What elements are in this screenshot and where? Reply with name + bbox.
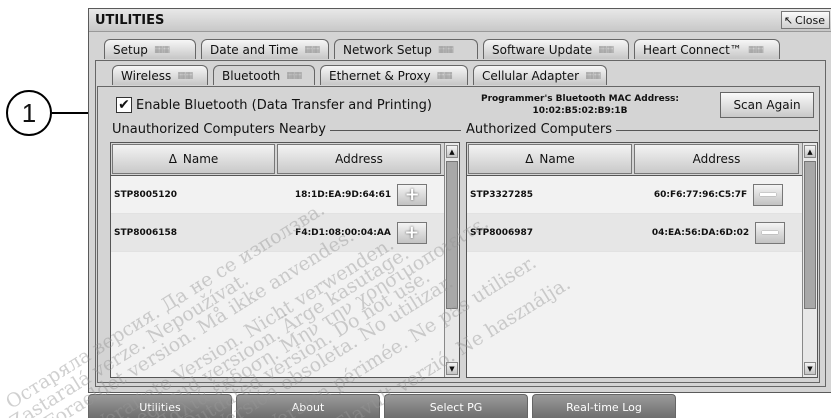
remove-button[interactable] xyxy=(755,221,786,244)
table-header: Δ Name Address xyxy=(467,143,802,176)
column-header-name[interactable]: Δ Name xyxy=(468,144,632,174)
scroll-up-icon[interactable]: ▲ xyxy=(804,145,816,158)
minus-icon xyxy=(760,193,777,196)
table-row[interactable]: STP8006987 04:EA:56:DA:6D:02 xyxy=(467,214,802,252)
column-name-label: Name xyxy=(539,152,575,166)
grip-icon: ▦▦ xyxy=(585,70,601,81)
title-bar: UTILITIES ↖ Close xyxy=(89,9,831,32)
tab-heart-connect[interactable]: Heart Connect™ ▦▦ xyxy=(634,39,780,59)
column-address-label: Address xyxy=(692,152,741,166)
close-arrow-icon: ↖ xyxy=(783,13,794,27)
table-row[interactable]: STP8005120 18:1D:EA:9D:64:61 + xyxy=(111,176,444,214)
sort-ascending-icon: Δ xyxy=(168,152,177,166)
grip-icon: ▦▦ xyxy=(598,44,614,55)
close-button[interactable]: ↖ Close xyxy=(780,11,830,29)
row-name: STP3327285 xyxy=(470,189,534,200)
unauthorized-section-title: Unauthorized Computers Nearby xyxy=(112,122,330,137)
tab-ethernet-proxy-label: Ethernet & Proxy xyxy=(329,68,431,83)
table-header: Δ Name Address xyxy=(111,143,444,176)
nav-about[interactable]: About xyxy=(236,394,380,418)
tab-software-update-label: Software Update xyxy=(492,42,593,57)
tab-network-setup[interactable]: Network Setup ▦▦ xyxy=(334,39,478,59)
sub-tab-bar: Wireless ▦▦ Bluetooth ▦▦ Ethernet & Proxy ▦… xyxy=(112,65,607,85)
nav-select-pg[interactable]: Select PG xyxy=(384,394,528,418)
column-name-label: Name xyxy=(182,152,219,166)
scroll-thumb[interactable] xyxy=(446,161,458,309)
row-address: F4:D1:08:00:04:AA xyxy=(295,227,391,238)
row-address: 04:EA:56:DA:6D:02 xyxy=(651,227,750,238)
column-header-address[interactable]: Address xyxy=(634,144,799,174)
tab-software-update[interactable]: Software Update ▦▦ xyxy=(483,39,629,59)
tab-heart-connect-label: Heart Connect™ xyxy=(643,42,742,57)
enable-bluetooth-row[interactable]: ✔ Enable Bluetooth (Data Transfer and Pr… xyxy=(116,97,432,113)
check-icon: ✔ xyxy=(118,97,130,113)
scroll-up-icon[interactable]: ▲ xyxy=(446,145,458,158)
table-row[interactable]: STP8006158 F4:D1:08:00:04:AA + xyxy=(111,214,444,252)
plus-icon: + xyxy=(404,184,420,205)
nav-utilities[interactable]: Utilities xyxy=(88,394,232,418)
column-address-label: Address xyxy=(335,152,383,166)
plus-icon: + xyxy=(404,222,420,243)
row-address: 18:1D:EA:9D:64:61 xyxy=(294,189,392,200)
table-row[interactable]: STP3327285 60:F6:77:96:C5:7F xyxy=(467,176,802,214)
grip-icon: ▦▦ xyxy=(437,44,454,55)
authorized-table: Δ Name Address STP3327285 60:F6:77:96:C5:… xyxy=(466,142,818,378)
window-title: UTILITIES xyxy=(95,13,165,28)
grip-icon: ▦▦ xyxy=(747,44,764,55)
main-tab-bar: Setup ▦▦ Date and Time ▦▦ Network Setup ▦▦ … xyxy=(104,39,780,59)
row-name: STP8005120 xyxy=(114,189,178,200)
tab-cellular-adapter-label: Cellular Adapter xyxy=(482,68,580,83)
tab-cellular-adapter[interactable]: Cellular Adapter ▦▦ xyxy=(473,65,607,85)
callout-marker: 1 xyxy=(6,90,52,136)
row-name: STP8006158 xyxy=(114,227,178,238)
authorized-section-title: Authorized Computers xyxy=(466,122,616,137)
column-header-name[interactable]: Δ Name xyxy=(112,144,275,174)
authorize-button[interactable]: + xyxy=(397,183,428,206)
minus-icon xyxy=(762,231,779,234)
tab-ethernet-proxy[interactable]: Ethernet & Proxy ▦▦ xyxy=(320,65,468,85)
tab-bluetooth[interactable]: Bluetooth ▦▦ xyxy=(213,65,315,85)
unauthorized-table: Δ Name Address STP8005120 18:1D:EA:9D:64:… xyxy=(110,142,460,378)
tab-setup-label: Setup xyxy=(113,42,148,57)
grip-icon: ▦▦ xyxy=(286,70,302,81)
grip-icon: ▦▦ xyxy=(153,44,170,55)
row-name: STP8006987 xyxy=(470,227,534,238)
unauthorized-scrollbar[interactable]: ▲ ▼ xyxy=(444,143,459,377)
scan-again-button[interactable]: Scan Again xyxy=(720,92,814,118)
grip-icon: ▦▦ xyxy=(304,44,320,55)
nav-real-time-log[interactable]: Real-time Log xyxy=(532,394,676,418)
callout-number: 1 xyxy=(21,97,37,128)
close-label: Close xyxy=(795,13,825,27)
grip-icon: ▦▦ xyxy=(436,70,453,81)
scroll-thumb[interactable] xyxy=(804,161,816,309)
tab-wireless-label: Wireless xyxy=(121,68,172,83)
scroll-down-icon[interactable]: ▼ xyxy=(804,362,816,375)
enable-bluetooth-checkbox[interactable]: ✔ xyxy=(116,97,132,113)
tab-date-and-time-label: Date and Time xyxy=(210,42,299,57)
bottom-nav: Utilities About Select PG Real-time Log xyxy=(88,394,676,418)
mac-address-title: Programmer's Bluetooth MAC Address: xyxy=(480,94,680,104)
sort-ascending-icon: Δ xyxy=(525,152,534,166)
tab-setup[interactable]: Setup ▦▦ xyxy=(104,39,196,59)
authorize-button[interactable]: + xyxy=(396,221,427,244)
remove-button[interactable] xyxy=(753,183,784,206)
column-header-address[interactable]: Address xyxy=(277,144,441,174)
tab-date-and-time[interactable]: Date and Time ▦▦ xyxy=(201,39,329,59)
tab-wireless[interactable]: Wireless ▦▦ xyxy=(112,65,208,85)
tab-bluetooth-label: Bluetooth xyxy=(222,68,281,83)
mac-address-value: 10:02:B5:02:B9:1B xyxy=(532,106,628,116)
authorized-scrollbar[interactable]: ▲ ▼ xyxy=(802,143,817,377)
scroll-down-icon[interactable]: ▼ xyxy=(446,362,458,375)
row-address: 60:F6:77:96:C5:7F xyxy=(653,189,748,200)
mac-address-block: Programmer's Bluetooth MAC Address: 10:0… xyxy=(466,93,694,117)
tab-network-setup-label: Network Setup xyxy=(343,42,432,57)
enable-bluetooth-label: Enable Bluetooth (Data Transfer and Prin… xyxy=(136,97,432,113)
grip-icon: ▦▦ xyxy=(177,70,193,81)
